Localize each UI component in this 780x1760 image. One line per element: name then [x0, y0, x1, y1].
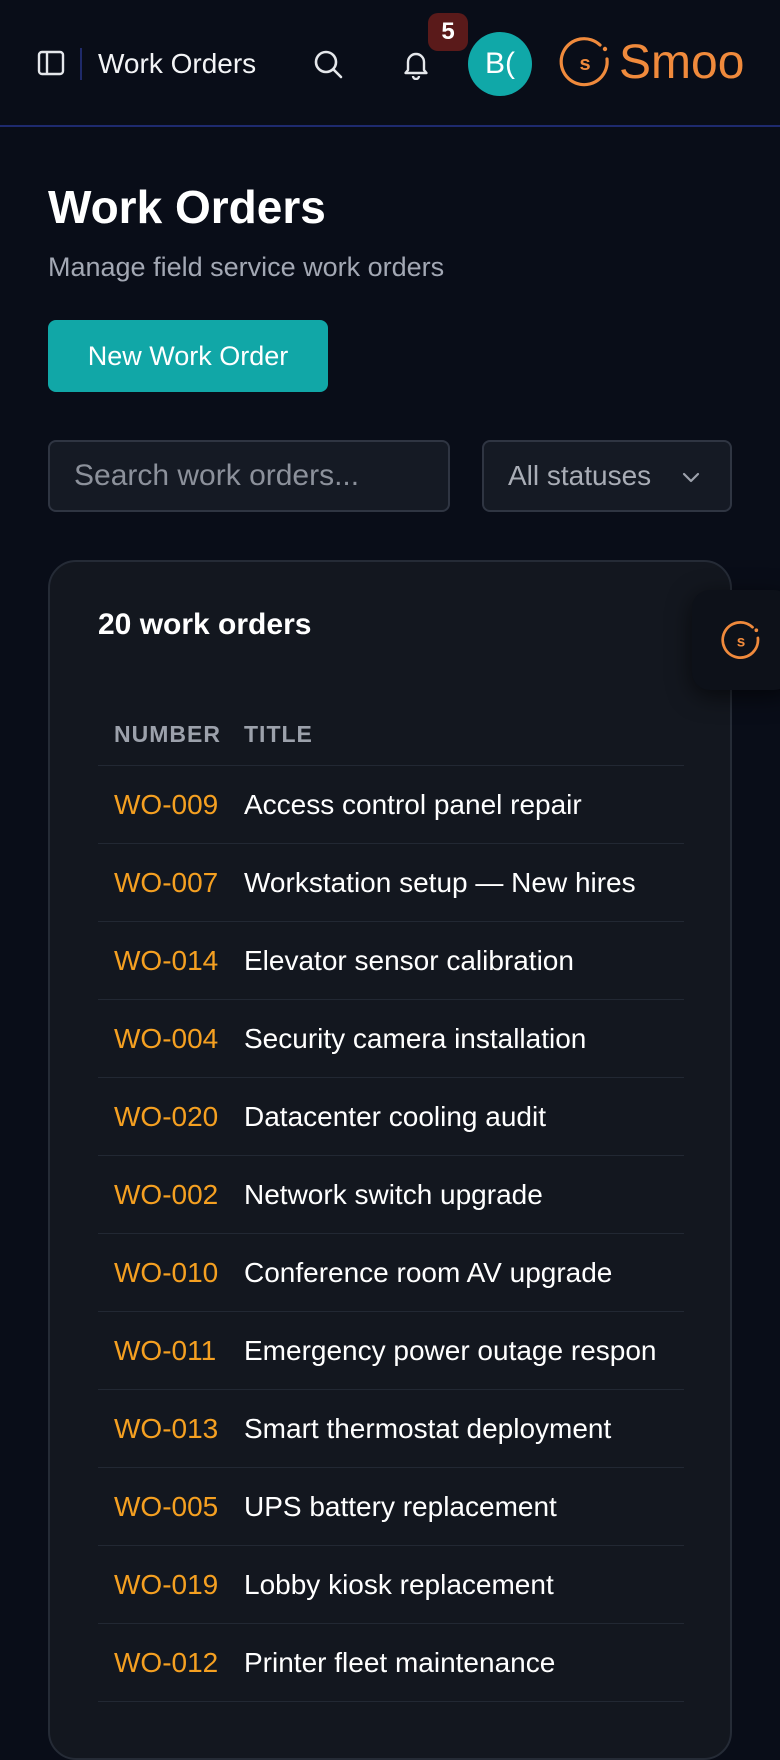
- work-orders-card: 20 work orders NUMBER TITLE WO-009 Acces…: [48, 560, 732, 1760]
- table-row[interactable]: WO-010 Conference room AV upgrade: [98, 1234, 684, 1312]
- status-select[interactable]: All statuses: [482, 440, 732, 512]
- table-header: NUMBER TITLE: [98, 704, 684, 766]
- table-row[interactable]: WO-011 Emergency power outage respon: [98, 1312, 684, 1390]
- work-order-number[interactable]: WO-010: [98, 1257, 244, 1289]
- work-order-title: Datacenter cooling audit: [244, 1100, 546, 1132]
- table-row[interactable]: WO-014 Elevator sensor calibration: [98, 922, 684, 1000]
- table-row[interactable]: WO-007 Workstation setup — New hires: [98, 844, 684, 922]
- brand-name: Smoo: [619, 36, 745, 89]
- sidebar-toggle-icon[interactable]: [36, 48, 66, 78]
- table-row[interactable]: WO-019 Lobby kiosk replacement: [98, 1546, 684, 1624]
- work-order-number[interactable]: WO-005: [98, 1491, 244, 1523]
- page-subtitle: Manage field service work orders: [48, 252, 445, 282]
- work-order-number[interactable]: WO-011: [98, 1335, 244, 1367]
- chevron-down-icon: [682, 472, 700, 483]
- table-row[interactable]: WO-013 Smart thermostat deployment: [98, 1390, 684, 1468]
- page-title: Work Orders: [48, 181, 326, 233]
- brand-logo-icon: s: [559, 37, 609, 87]
- work-order-number[interactable]: WO-012: [98, 1647, 244, 1679]
- notification-badge: 5: [428, 13, 468, 51]
- new-work-order-button[interactable]: New Work Order: [48, 320, 328, 392]
- table-row[interactable]: WO-009 Access control panel repair: [98, 766, 684, 844]
- work-orders-count: 20 work orders: [98, 608, 312, 641]
- work-order-number[interactable]: WO-013: [98, 1413, 244, 1445]
- table-row[interactable]: WO-002 Network switch upgrade: [98, 1156, 684, 1234]
- work-order-number[interactable]: WO-002: [98, 1179, 244, 1211]
- work-order-title: Smart thermostat deployment: [244, 1412, 612, 1444]
- table-row[interactable]: WO-012 Printer fleet maintenance: [98, 1624, 684, 1702]
- column-header-title[interactable]: TITLE: [244, 721, 684, 748]
- work-order-title: Conference room AV upgrade: [244, 1256, 613, 1288]
- search-input[interactable]: [48, 440, 450, 512]
- work-order-number[interactable]: WO-004: [98, 1023, 244, 1055]
- work-order-title: Access control panel repair: [244, 788, 582, 820]
- work-order-number[interactable]: WO-014: [98, 945, 244, 977]
- topbar-title: Work Orders: [98, 48, 257, 79]
- work-order-number[interactable]: WO-020: [98, 1101, 244, 1133]
- work-order-title: Lobby kiosk replacement: [244, 1568, 554, 1600]
- launcher-logo-letter: s: [737, 633, 746, 650]
- work-order-title: Elevator sensor calibration: [244, 944, 574, 976]
- work-order-number[interactable]: WO-007: [98, 867, 244, 899]
- column-header-number[interactable]: NUMBER: [98, 721, 244, 748]
- work-order-title: Security camera installation: [244, 1022, 587, 1054]
- bell-icon[interactable]: [400, 48, 432, 80]
- avatar[interactable]: B(: [468, 32, 532, 96]
- work-order-title: UPS battery replacement: [244, 1490, 557, 1522]
- brand-logo-letter: s: [579, 53, 590, 75]
- work-order-title: Network switch upgrade: [244, 1178, 543, 1210]
- topbar-divider: [80, 48, 82, 80]
- status-select-value: All statuses: [508, 460, 652, 491]
- work-order-number[interactable]: WO-009: [98, 789, 244, 821]
- work-order-title: Printer fleet maintenance: [244, 1646, 556, 1678]
- table-row[interactable]: WO-005 UPS battery replacement: [98, 1468, 684, 1546]
- work-order-number[interactable]: WO-019: [98, 1569, 244, 1601]
- work-order-title: Workstation setup — New hires: [244, 866, 636, 898]
- work-order-title: Emergency power outage respon: [244, 1334, 657, 1366]
- table-row[interactable]: WO-004 Security camera installation: [98, 1000, 684, 1078]
- top-bar: Work Orders 5 B( s Smoo: [0, 0, 780, 127]
- table-row[interactable]: WO-020 Datacenter cooling audit: [98, 1078, 684, 1156]
- assistant-launcher[interactable]: s: [692, 590, 780, 690]
- work-orders-table: NUMBER TITLE WO-009 Access control panel…: [98, 704, 684, 1702]
- search-icon[interactable]: [312, 48, 344, 80]
- brand[interactable]: s Smoo: [555, 30, 744, 96]
- brand-logo-icon: s: [721, 620, 760, 659]
